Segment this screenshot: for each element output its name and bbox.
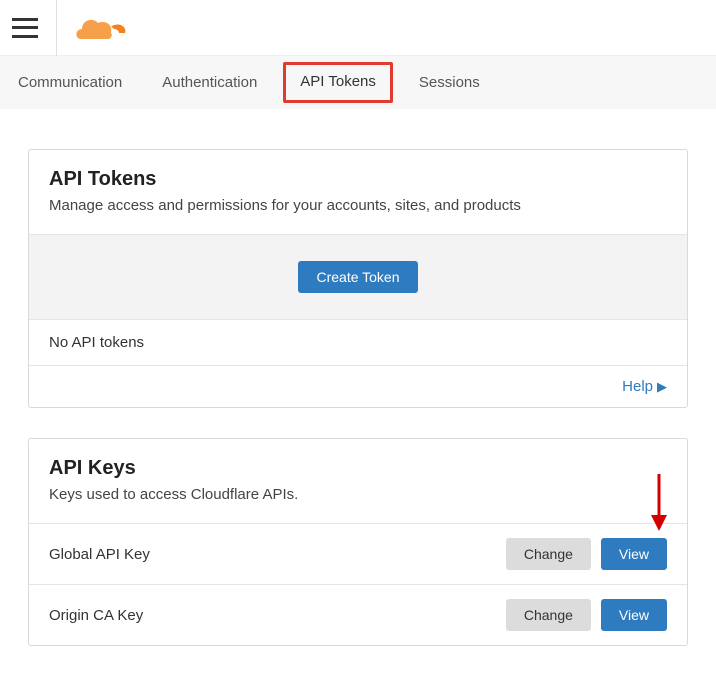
help-label: Help [622, 378, 653, 395]
api-keys-card: API Keys Keys used to access Cloudflare … [28, 438, 688, 646]
chevron-right-icon: ▶ [657, 379, 667, 394]
empty-tokens-row: No API tokens [29, 320, 687, 365]
create-token-button[interactable]: Create Token [298, 261, 417, 293]
key-label: Global API Key [49, 546, 496, 563]
cloudflare-logo[interactable] [73, 15, 129, 41]
card-subtitle: Keys used to access Cloudflare APIs. [49, 486, 667, 503]
tab-bar: Communication Authentication API Tokens … [0, 56, 716, 109]
key-label: Origin CA Key [49, 607, 496, 624]
menu-icon[interactable] [12, 18, 38, 38]
tab-communication[interactable]: Communication [12, 70, 128, 95]
tab-api-tokens[interactable]: API Tokens [283, 62, 393, 103]
key-row: Global API Key Change View [29, 523, 687, 584]
change-button[interactable]: Change [506, 538, 591, 570]
api-tokens-card: API Tokens Manage access and permissions… [28, 149, 688, 408]
separator [56, 0, 57, 56]
view-button[interactable]: View [601, 599, 667, 631]
tab-sessions[interactable]: Sessions [413, 70, 486, 95]
card-title: API Tokens [49, 168, 667, 191]
tab-authentication[interactable]: Authentication [156, 70, 263, 95]
card-subtitle: Manage access and permissions for your a… [49, 197, 667, 214]
help-link[interactable]: Help ▶ [622, 378, 667, 395]
key-row: Origin CA Key Change View [29, 584, 687, 645]
view-button[interactable]: View [601, 538, 667, 570]
change-button[interactable]: Change [506, 599, 591, 631]
card-title: API Keys [49, 457, 667, 480]
